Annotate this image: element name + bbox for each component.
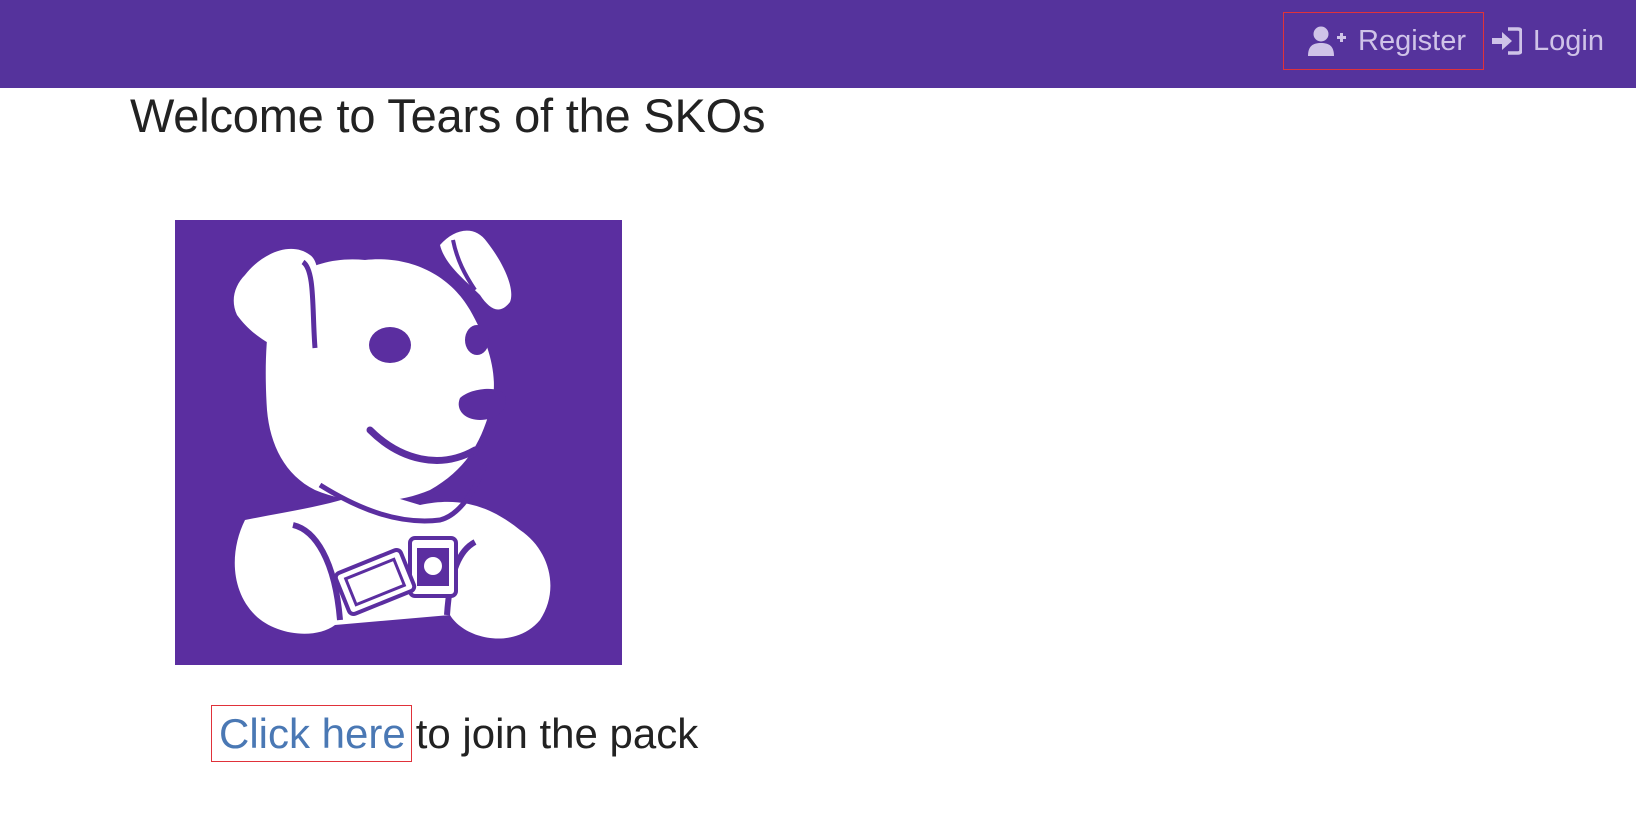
user-plus-icon (1308, 25, 1346, 57)
login-link[interactable]: Login (1490, 12, 1630, 70)
join-text: to join the pack (415, 709, 699, 757)
sign-in-icon (1492, 27, 1522, 55)
login-label: Login (1533, 24, 1604, 57)
join-cta: Click here to join the pack (211, 705, 698, 762)
dog-mascot-logo (175, 220, 622, 665)
join-link[interactable]: Click here (211, 705, 412, 762)
register-label: Register (1358, 24, 1466, 57)
top-navbar: Register Login (0, 0, 1636, 88)
page-title: Welcome to Tears of the SKOs (130, 89, 766, 142)
register-link[interactable]: Register (1283, 12, 1484, 70)
